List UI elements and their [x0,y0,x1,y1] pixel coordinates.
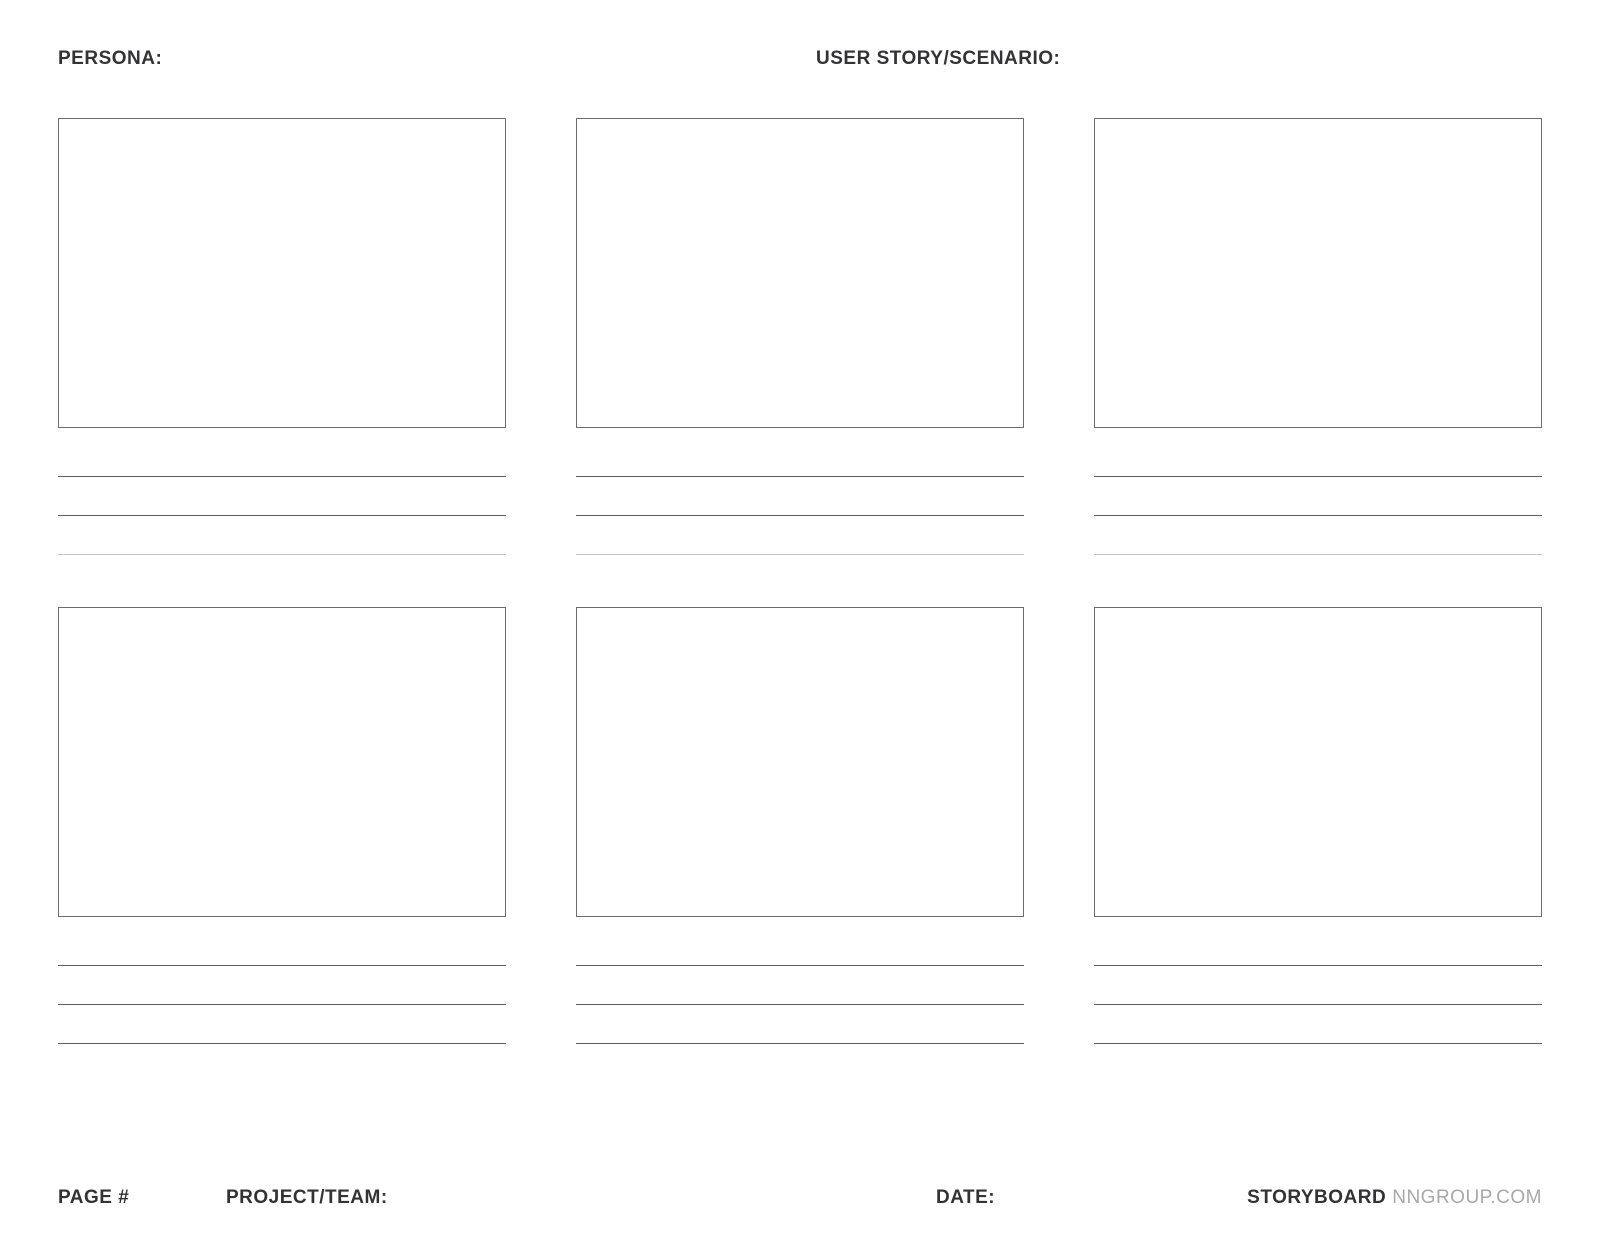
storyboard-grid [58,118,1542,1044]
storyboard-cell [576,607,1024,1044]
caption-line [58,1004,506,1005]
date-label: DATE: [936,1187,995,1208]
caption-line [1094,515,1542,516]
storyboard-frame [1094,607,1542,917]
caption-line [576,1004,1024,1005]
storyboard-cell [58,118,506,555]
caption-lines [1094,476,1542,555]
storyboard-frame [576,118,1024,428]
project-team-label: PROJECT/TEAM: [226,1187,388,1208]
scenario-label: USER STORY/SCENARIO: [816,48,1060,69]
footer-row: PAGE # PROJECT/TEAM: DATE: STORYBOARD NNG… [58,1187,1542,1209]
brand-url: NNGROUP.COM [1392,1187,1542,1208]
caption-lines [576,965,1024,1044]
caption-line [58,1043,506,1044]
storyboard-cell [1094,118,1542,555]
storyboard-frame [58,607,506,917]
caption-line [1094,1043,1542,1044]
caption-lines [58,476,506,555]
caption-line [58,965,506,966]
caption-line [576,476,1024,477]
caption-lines [576,476,1024,555]
storyboard-cell [1094,607,1542,1044]
caption-lines [1094,965,1542,1044]
storyboard-frame [58,118,506,428]
caption-line [58,476,506,477]
persona-label: PERSONA: [58,48,162,69]
storyboard-frame [1094,118,1542,428]
caption-line [58,554,506,555]
storyboard-cell [576,118,1024,555]
storyboard-frame [576,607,1024,917]
caption-line [1094,1004,1542,1005]
caption-lines [58,965,506,1044]
storyboard-cell [58,607,506,1044]
brand-attribution: STORYBOARD NNGROUP.COM [1221,1187,1542,1209]
header-row: PERSONA: USER STORY/SCENARIO: [58,48,1542,70]
caption-line [576,554,1024,555]
brand-name: STORYBOARD [1247,1187,1386,1208]
caption-line [576,515,1024,516]
caption-line [58,515,506,516]
page-number-label: PAGE # [58,1187,129,1208]
caption-line [576,1043,1024,1044]
caption-line [1094,554,1542,555]
caption-line [1094,476,1542,477]
caption-line [576,965,1024,966]
caption-line [1094,965,1542,966]
